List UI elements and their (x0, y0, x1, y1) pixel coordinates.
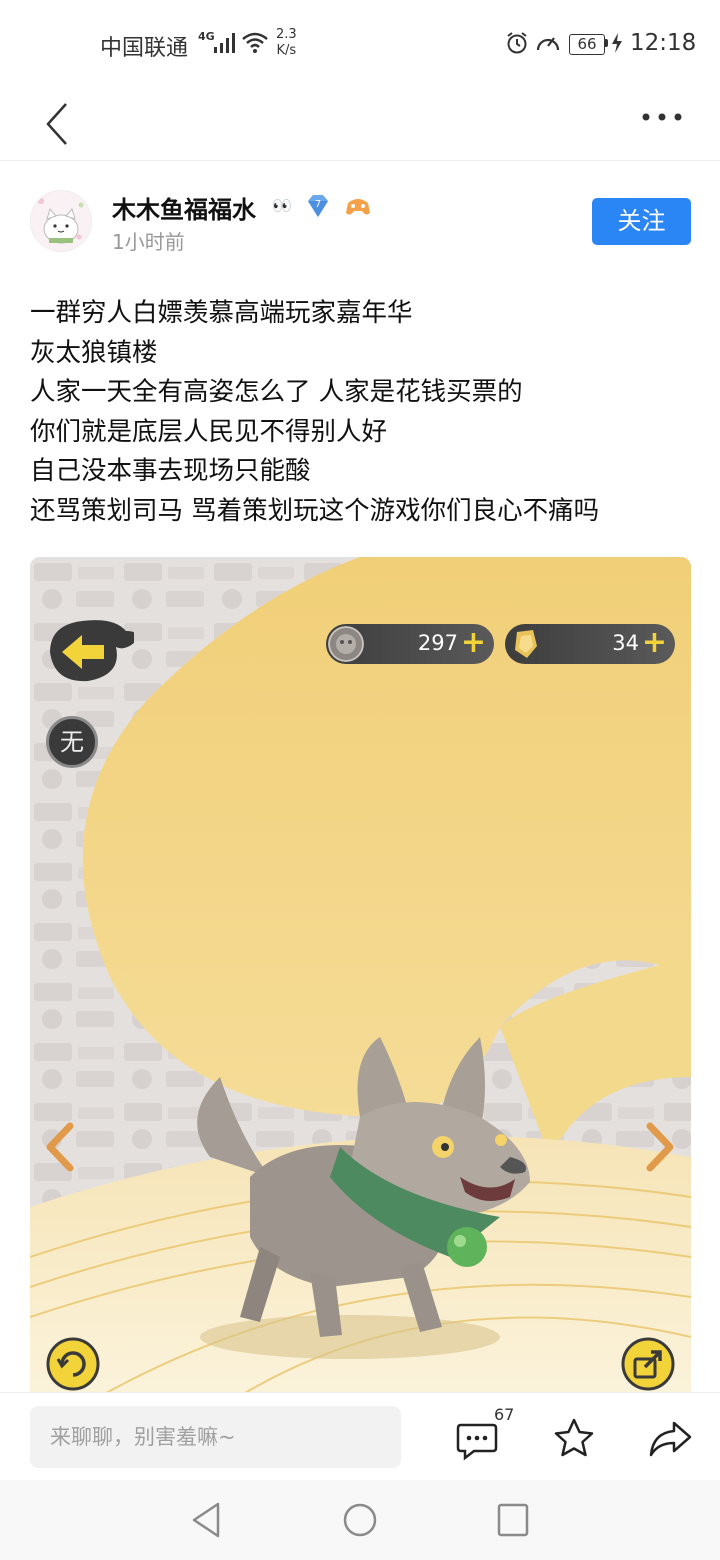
comment-icon[interactable] (456, 1421, 498, 1461)
coin-value: 297 (417, 631, 458, 655)
system-navigation-bar (0, 1480, 720, 1560)
none-toggle-button[interactable]: 无 (46, 716, 98, 768)
post-line: 一群穷人白嫖羡慕高端玩家嘉年华 (30, 298, 413, 328)
follow-button[interactable]: 关注 (592, 198, 691, 245)
top-nav (0, 88, 720, 161)
system-home-icon[interactable] (341, 1500, 379, 1540)
crystal-icon (515, 630, 537, 658)
author-name[interactable]: 木木鱼福福水 (112, 190, 256, 225)
post-time: 1小时前 (112, 230, 185, 254)
coin-icon (328, 626, 364, 662)
comment-input[interactable] (30, 1406, 401, 1468)
next-arrow-icon[interactable] (642, 1122, 676, 1172)
rotate-icon[interactable] (46, 1337, 100, 1391)
comment-bar: 67 (0, 1392, 720, 1481)
speedometer-icon (536, 37, 560, 51)
charging-icon (612, 33, 622, 53)
system-back-icon[interactable] (188, 1500, 224, 1540)
add-coin-button[interactable]: + (461, 626, 486, 660)
post-image[interactable]: 无 297 + 34 + (30, 557, 691, 1402)
more-options-icon[interactable] (634, 102, 694, 132)
previous-arrow-icon[interactable] (44, 1122, 78, 1172)
network-speed: 2.3 K/s (276, 27, 297, 59)
coin-counter: 297 + (326, 624, 494, 664)
level-number: 7 (315, 199, 321, 210)
clock-time: 12:18 (630, 30, 697, 56)
game-back-arrow-icon[interactable] (44, 617, 134, 687)
author-avatar[interactable] (30, 190, 92, 252)
post-body: 一群穷人白嫖羡慕高端玩家嘉年华 灰太狼镇楼 人家一天全有高姿怎么了 人家是花钱买… (30, 294, 700, 531)
post-line: 你们就是底层人民见不得别人好 (30, 416, 388, 447)
battery-level: 66 (569, 34, 605, 55)
post-line: 人家一天全有高姿怎么了 人家是花钱买票的 (30, 377, 523, 407)
alarm-icon (507, 32, 527, 54)
gamepad-badge-icon (346, 199, 370, 215)
speed-value: 2.3 (276, 27, 297, 42)
share-icon[interactable] (648, 1419, 692, 1459)
crystal-counter: 34 + (505, 624, 675, 664)
author-emoji: 👀 (272, 196, 292, 215)
speed-unit: K/s (276, 43, 297, 58)
post-line: 灰太狼镇楼 (30, 337, 158, 368)
carrier-name: 中国联通 (100, 36, 189, 61)
add-crystal-button[interactable]: + (642, 626, 667, 660)
crystal-value: 34 (612, 631, 639, 655)
post-line: 还骂策划司马 骂着策划玩这个游戏你们良心不痛吗 (30, 495, 600, 526)
avatar-cat-image (31, 191, 91, 251)
system-recent-apps-icon[interactable] (496, 1502, 530, 1538)
battery-tip (605, 39, 608, 47)
signal-icon (214, 33, 235, 53)
back-arrow-icon[interactable] (36, 96, 80, 152)
status-bar: 中国联通 4G 2.3 K/s 66 12:18 (0, 0, 720, 88)
post-line: 自己没本事去现场只能酸 (30, 456, 311, 486)
level-gem-icon: 7 (308, 195, 328, 217)
comment-count: 67 (494, 1405, 515, 1424)
wifi-icon (242, 32, 268, 53)
favorite-star-icon[interactable] (552, 1417, 596, 1459)
game-share-icon[interactable] (621, 1337, 675, 1391)
